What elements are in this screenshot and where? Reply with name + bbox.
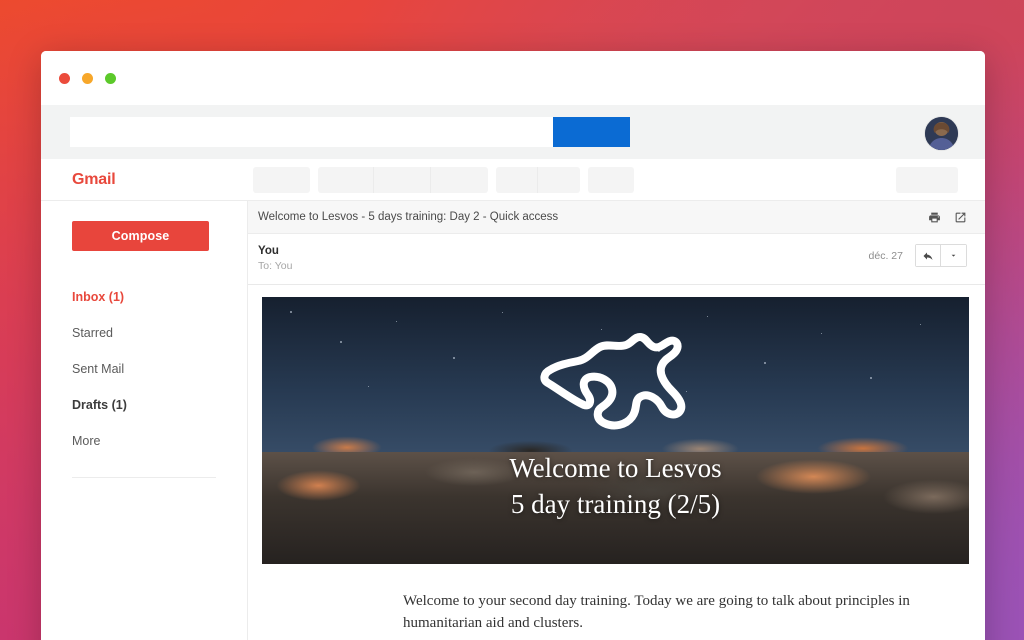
close-button[interactable] bbox=[59, 72, 70, 84]
toolbar-button-7[interactable] bbox=[588, 166, 634, 193]
sidebar-divider bbox=[72, 477, 216, 478]
printer-icon[interactable] bbox=[928, 211, 941, 224]
gmail-topbar: Gmail bbox=[41, 159, 985, 201]
compose-button[interactable]: Compose bbox=[72, 221, 209, 251]
browser-window: Gmail Compose Inbox (1) Starred Sent Mai… bbox=[41, 51, 985, 640]
toolbar-button-2[interactable] bbox=[318, 166, 374, 193]
avatar[interactable] bbox=[925, 117, 958, 150]
toolbar-button-1[interactable] bbox=[253, 166, 310, 193]
toolbar-button-group-1 bbox=[318, 166, 488, 193]
email-body-text: Welcome to your second day training. Tod… bbox=[403, 593, 910, 631]
toolbar-button-3[interactable] bbox=[374, 166, 431, 193]
toolbar-button-5[interactable] bbox=[496, 166, 538, 193]
lesvos-island-outline-logo bbox=[530, 325, 700, 440]
toolbar-button-6[interactable] bbox=[538, 167, 580, 193]
window-titlebar bbox=[41, 51, 985, 105]
mail-pane: Welcome to Lesvos - 5 days training: Day… bbox=[248, 201, 985, 640]
open-in-new-icon[interactable] bbox=[954, 211, 967, 224]
message-meta: déc. 27 bbox=[869, 244, 967, 267]
sidebar-item-starred[interactable]: Starred bbox=[41, 315, 247, 351]
page-title: Welcome to Lesvos - 5 days training: Day… bbox=[258, 211, 559, 223]
toolbar-button-4[interactable] bbox=[431, 167, 488, 193]
toolbar-button-group-2 bbox=[496, 166, 580, 193]
hero-text-block: Welcome to Lesvos 5 day training (2/5) bbox=[262, 450, 969, 522]
address-bar-group bbox=[70, 117, 630, 147]
message-date: déc. 27 bbox=[868, 249, 903, 262]
hero-title: Welcome to Lesvos bbox=[509, 453, 722, 483]
address-input[interactable] bbox=[70, 117, 553, 147]
toolbar-button-8[interactable] bbox=[896, 166, 958, 193]
gmail-body: Compose Inbox (1) Starred Sent Mail Draf… bbox=[41, 201, 985, 640]
maximize-button[interactable] bbox=[105, 72, 116, 84]
subject-actions bbox=[928, 211, 967, 224]
message-body: Welcome to Lesvos 5 day training (2/5) W… bbox=[248, 285, 985, 640]
sidebar-item-inbox[interactable]: Inbox (1) bbox=[41, 279, 247, 315]
message-more-menu-button[interactable] bbox=[941, 245, 966, 266]
sidebar: Compose Inbox (1) Starred Sent Mail Draf… bbox=[41, 201, 248, 640]
reply-button-group bbox=[915, 244, 967, 267]
message-sender-block: You To: You bbox=[258, 244, 869, 274]
reply-button[interactable] bbox=[916, 245, 941, 266]
sender-name: You bbox=[258, 245, 279, 257]
address-go-button[interactable] bbox=[553, 117, 630, 147]
sidebar-item-drafts[interactable]: Drafts (1) bbox=[41, 387, 247, 423]
gmail-app: Gmail Compose Inbox (1) Starred Sent Mai… bbox=[41, 159, 985, 640]
email-hero-image: Welcome to Lesvos 5 day training (2/5) bbox=[262, 297, 969, 564]
minimize-button[interactable] bbox=[82, 72, 93, 84]
message-header: You To: You déc. 27 bbox=[248, 234, 985, 285]
recipient-line: To: You bbox=[258, 260, 293, 272]
subject-bar: Welcome to Lesvos - 5 days training: Day… bbox=[248, 201, 985, 234]
sidebar-item-sent-mail[interactable]: Sent Mail bbox=[41, 351, 247, 387]
gmail-toolbar bbox=[249, 166, 958, 193]
browser-toolbar bbox=[41, 105, 985, 159]
sidebar-item-more[interactable]: More bbox=[41, 423, 247, 459]
hero-subtitle: 5 day training (2/5) bbox=[510, 489, 721, 519]
gmail-logo[interactable]: Gmail bbox=[41, 171, 249, 189]
